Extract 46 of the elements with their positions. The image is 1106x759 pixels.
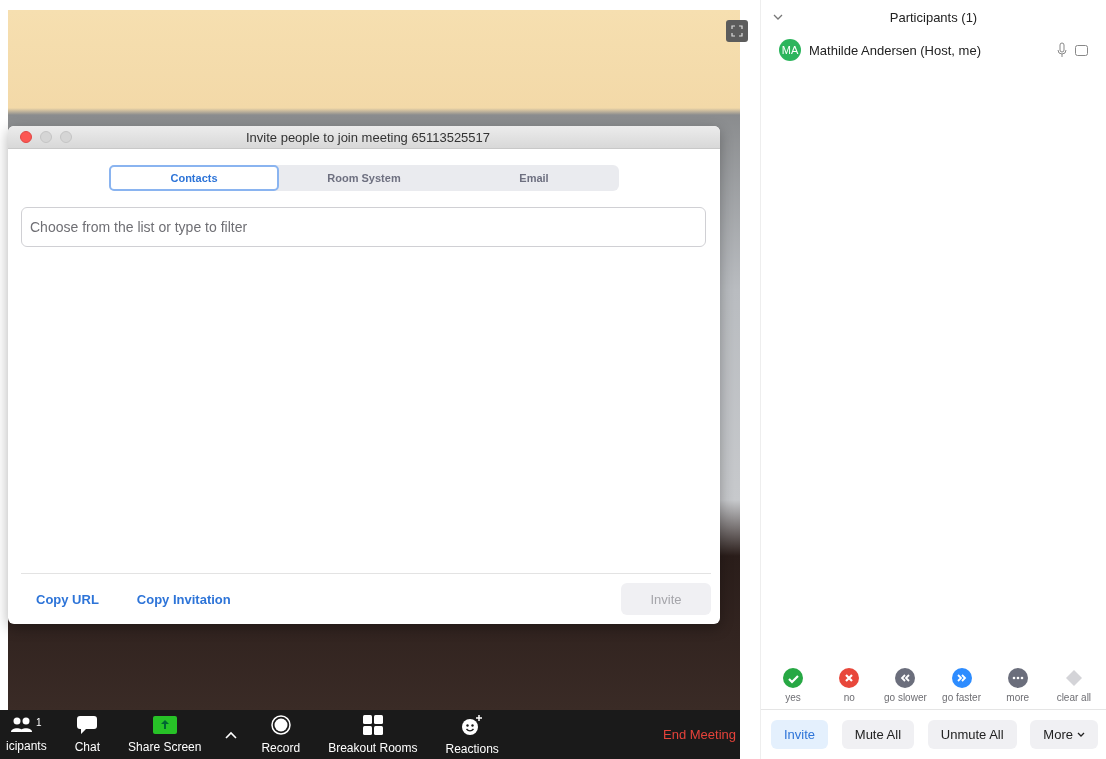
caret-icon[interactable] — [225, 730, 238, 739]
tab[interactable]: Room System — [279, 165, 449, 191]
smiley-plus-icon — [461, 713, 484, 736]
chevron-down-icon — [1077, 732, 1085, 737]
search-field[interactable]: Choose from the list or type to filter — [21, 207, 706, 247]
toolbar-label[interactable]: Breakout Rooms — [328, 740, 418, 755]
participant-count: 1 — [36, 716, 42, 728]
tab[interactable]: Contacts — [109, 165, 279, 191]
rewind-icon — [895, 668, 916, 688]
avatar: MA — [779, 39, 801, 61]
panel-button[interactable]: More — [1030, 720, 1098, 749]
reaction-label[interactable]: more — [1006, 692, 1030, 703]
reaction-label[interactable]: yes — [785, 692, 801, 703]
record-icon — [270, 714, 291, 735]
link[interactable]: Copy Invitation — [121, 591, 246, 607]
panel-title: Participants (1) — [888, 9, 979, 25]
link[interactable]: Copy URL — [21, 591, 114, 607]
end-meeting-button[interactable]: End Meeting — [663, 727, 740, 742]
more-icon — [1007, 668, 1028, 688]
fullscreen-icon[interactable] — [726, 20, 748, 42]
x-icon — [839, 668, 860, 688]
panel-button[interactable]: Mute All — [841, 720, 915, 749]
reaction-label[interactable]: go faster — [942, 692, 981, 703]
fast-forward-icon — [951, 668, 972, 688]
speech-bubble-icon — [77, 715, 98, 734]
microphone-icon[interactable] — [1057, 42, 1067, 58]
toolbar-label[interactable]: Share Screen — [128, 739, 202, 754]
tab[interactable]: Email — [449, 165, 619, 191]
window-title: Invite people to join meeting 65113525517 — [244, 129, 492, 145]
check-icon — [783, 668, 804, 688]
camera-icon[interactable] — [1075, 44, 1088, 56]
panel-button[interactable]: Unmute All — [927, 720, 1017, 749]
reaction-label[interactable]: go slower — [884, 692, 927, 703]
toolbar-label[interactable]: Record — [261, 740, 301, 755]
grid-icon — [362, 714, 383, 735]
reaction-label[interactable]: clear all — [1056, 692, 1092, 703]
share-screen-icon — [152, 715, 177, 734]
close-button[interactable] — [20, 131, 32, 143]
panel-button[interactable]: Invite — [771, 720, 829, 749]
participant-name: Mathilde Andersen (Host, me) — [809, 42, 982, 58]
people-icon — [11, 716, 34, 733]
reaction-label[interactable]: no — [843, 692, 855, 703]
chevron-down-icon[interactable] — [773, 14, 783, 20]
toolbar-label[interactable]: Chat — [74, 739, 101, 754]
toolbar-label[interactable]: icipants — [6, 738, 47, 753]
toolbar-label[interactable]: Reactions — [445, 741, 499, 756]
